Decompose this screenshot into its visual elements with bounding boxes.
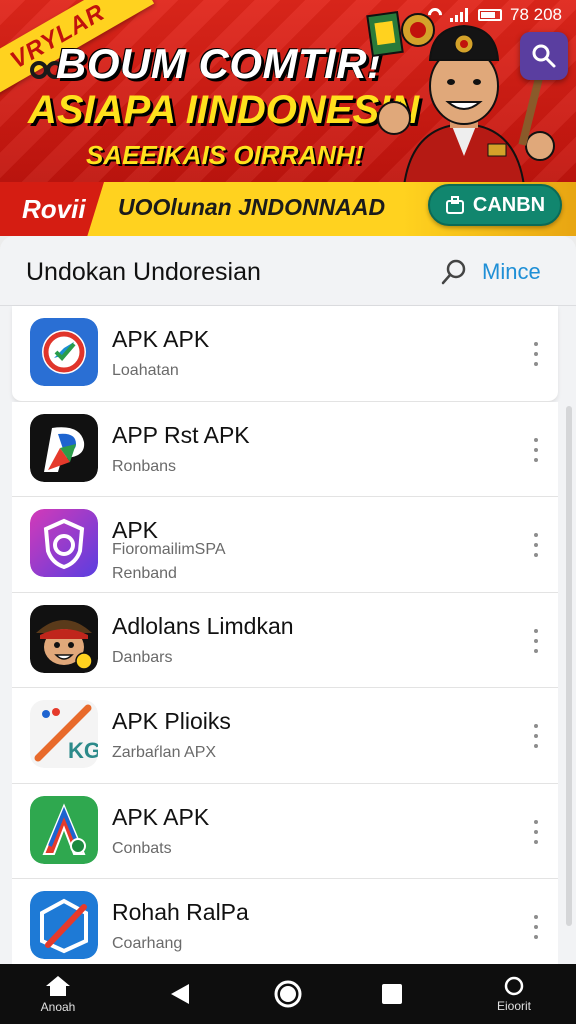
gift-icon — [445, 196, 464, 214]
square-icon — [382, 984, 402, 1004]
app-subtitle: Conbats — [112, 839, 172, 857]
home-icon — [46, 976, 70, 996]
compass-app-icon — [30, 318, 98, 386]
home-circle-icon — [274, 980, 302, 1008]
app-subtitle: Zarbaŕlan APX — [112, 744, 217, 761]
app-name: APK APK — [112, 803, 210, 830]
banner-cta-button[interactable]: CANBN — [428, 184, 562, 226]
app-subtitle: Loahatan — [112, 362, 179, 379]
app-name: APK APK — [112, 326, 210, 352]
scrollbar[interactable] — [566, 406, 572, 926]
app-name: Rohah RalPa — [112, 899, 249, 925]
app-subtitle: Danbars — [112, 648, 173, 666]
overflow-menu-icon[interactable] — [530, 342, 542, 366]
character-app-icon — [30, 604, 98, 673]
promo-banner[interactable]: VRYLAR 78 208 BOUM COMTIR! ASIAPA IINDON… — [0, 0, 576, 236]
app-list-item[interactable]: APK APK Loahatan — [12, 306, 558, 402]
app-subtitle-secondary: Renband — [112, 565, 177, 582]
nav-back-button[interactable] — [160, 964, 200, 1024]
app-subtitle: Ronbans — [112, 457, 177, 475]
blue-x-app-icon — [30, 891, 98, 959]
p-logo-app-icon — [30, 413, 98, 482]
overflow-menu-icon[interactable] — [530, 628, 542, 653]
app-list: APK APK Loahatan APP Rst APK Ronbans APK… — [12, 306, 558, 975]
app-list-item[interactable]: KG APK Plioiks Zarbaŕlan APX — [12, 688, 558, 784]
nav-recent-button[interactable]: Eioorit — [484, 964, 544, 1024]
nav-home-button[interactable]: Anoah — [28, 964, 88, 1024]
banner-search-button[interactable] — [520, 32, 568, 80]
nav-overview-button[interactable] — [372, 964, 412, 1024]
app-subtitle: FioromailimSPA — [112, 541, 226, 558]
app-name: Adlolans Limdkan — [112, 612, 294, 639]
search-icon — [441, 259, 466, 285]
nav-recent-label: Eioorit — [496, 999, 531, 1013]
shield-app-icon — [30, 509, 98, 577]
overflow-menu-icon[interactable] — [530, 819, 542, 844]
kg-app-icon: KG — [30, 700, 98, 768]
more-button[interactable]: Mince — [440, 254, 541, 290]
nav-home-circle-button[interactable] — [266, 964, 310, 1024]
app-list-item[interactable]: APK APK Conbats — [12, 783, 558, 879]
overflow-menu-icon[interactable] — [530, 437, 542, 462]
circle-icon — [504, 976, 524, 996]
back-icon — [171, 984, 189, 1004]
overflow-menu-icon[interactable] — [530, 533, 542, 557]
screen: VRYLAR 78 208 BOUM COMTIR! ASIAPA IINDON… — [0, 0, 576, 1024]
app-subtitle: Coarhang — [112, 935, 183, 952]
banner-tagline: SAEEIKAIS OIRRANH! — [86, 140, 364, 170]
banner-headline: BOUM COMTIR! — [56, 40, 382, 87]
overflow-menu-icon[interactable] — [530, 915, 542, 939]
navigation-bar: Anoah Eioorit — [0, 964, 576, 1024]
app-name: APP Rst APK — [112, 421, 250, 448]
nav-home-label: Anoah — [40, 1000, 76, 1014]
search-icon — [532, 44, 556, 68]
a-logo-app-icon — [30, 795, 98, 864]
panel-header: Undokan Undoresian Mince — [0, 236, 576, 306]
panel-title: Undokan Undoresian — [26, 258, 261, 286]
svg-text:KG: KG — [68, 738, 98, 763]
app-list-item[interactable]: APP Rst APK Ronbans — [12, 401, 558, 497]
overflow-menu-icon[interactable] — [530, 724, 542, 748]
app-list-item[interactable]: Adlolans Limdkan Danbars — [12, 592, 558, 688]
app-list-panel: Undokan Undoresian Mince APK APK Loahata… — [0, 236, 576, 975]
app-name: APK Plioiks — [112, 708, 231, 734]
banner-subheadline: ASIAPA IINDONESIN — [28, 88, 420, 132]
app-list-item[interactable]: Rohah RalPa Coarhang — [12, 879, 558, 975]
app-list-item[interactable]: APK FioromailimSPA Renband — [12, 497, 558, 593]
banner-badge: Rovii — [0, 182, 104, 236]
more-label: Mince — [482, 259, 541, 284]
banner-caption: UOOlunan JNDONNAAD — [118, 194, 386, 220]
cta-label: CANBN — [472, 193, 546, 216]
app-name: APK — [112, 517, 159, 543]
